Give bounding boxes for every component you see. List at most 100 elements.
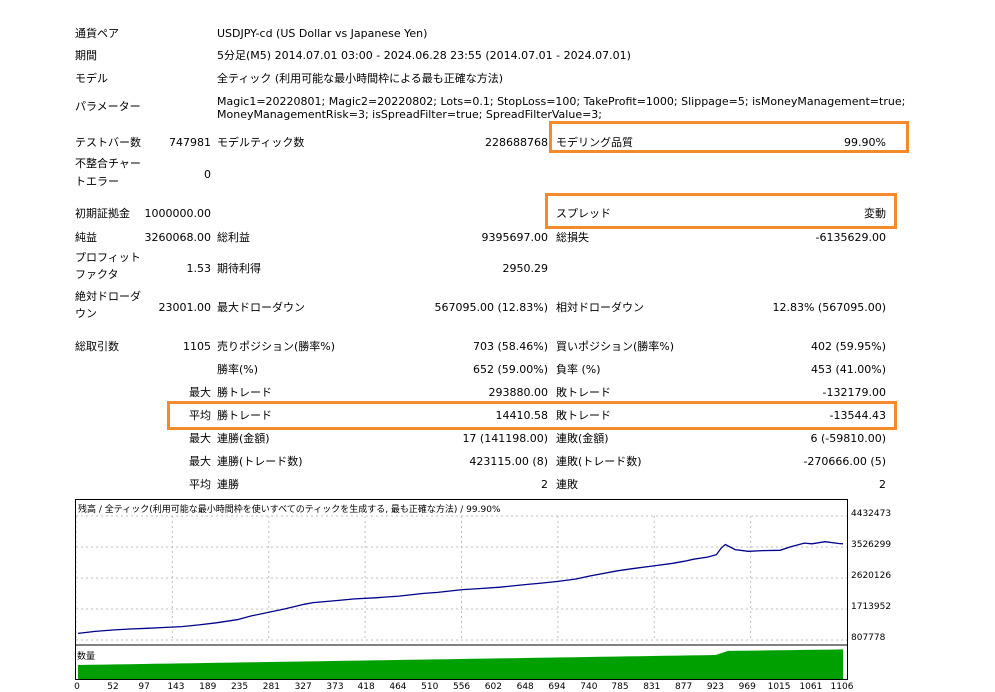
x-tick-label: 1015 [767, 682, 791, 692]
cons-loss-count-label: 連敗(トレード数) [556, 455, 642, 468]
pf-label-1: プロフィット [75, 251, 141, 264]
y-tick-label: 4432473 [851, 509, 892, 519]
params-line1: Magic1=20220801; Magic2=20220802; Lots=0… [217, 95, 906, 108]
gross-loss-value: -6135629.00 [815, 231, 886, 244]
loss-rate-label: 負率 (%) [556, 363, 601, 376]
max-win-value: 293880.00 [488, 386, 549, 399]
x-tick-label: 1106 [830, 682, 854, 692]
avg-loss-run-label: 連敗 [556, 478, 578, 491]
x-tick-label: 923 [706, 682, 725, 692]
bars-value: 747981 [169, 136, 211, 149]
y-tick-label: 1713952 [851, 602, 892, 612]
x-tick-label: 143 [167, 682, 185, 692]
max-win-label: 勝トレード [217, 386, 272, 399]
short-value: 703 (58.46%) [472, 340, 548, 353]
gross-profit-value: 9395697.00 [481, 231, 548, 244]
cons-loss-count-value: -270666.00 (5) [803, 455, 886, 468]
spread-highlight [545, 193, 897, 229]
chart-header: 残高 / 全ティック(利用可能な最小時間枠を使いすべてのティックを生成する, 最… [78, 505, 501, 515]
x-tick-label: 648 [516, 682, 534, 692]
avg-wins-value: 2 [541, 478, 548, 491]
short-label: 売りポジション(勝率%) [217, 340, 336, 353]
net-value: 3260068.00 [144, 231, 211, 244]
total-trades-label: 総取引数 [75, 340, 119, 353]
quality-highlight [549, 121, 909, 153]
cons-wins-count-label: 連勝(トレード数) [217, 455, 303, 468]
max-loss-label: 敗トレード [556, 386, 611, 399]
win-rate-label: 勝率(%) [217, 363, 259, 376]
max-loss-value: -132179.00 [822, 386, 886, 399]
x-tick-label: 740 [580, 682, 598, 692]
max-dd-label: 最大ドローダウン [217, 301, 305, 314]
avg-loss-run-value: 2 [879, 478, 886, 491]
x-tick-label: 327 [294, 682, 312, 692]
cons-wins-amount-label: 連勝(金額) [217, 432, 270, 445]
volume-area [78, 649, 843, 679]
deposit-value: 1000000.00 [144, 207, 211, 220]
pair-value: USDJPY-cd (US Dollar vs Japanese Yen) [217, 27, 428, 40]
ticks-value: 228688768 [485, 136, 548, 149]
params-label: パラメーター [75, 100, 141, 113]
x-tick-label: 1061 [799, 682, 823, 692]
mismatch-label-2: トエラー [75, 175, 119, 188]
x-tick-label: 556 [452, 682, 471, 692]
x-tick-label: 969 [738, 682, 756, 692]
long-value: 402 (59.95%) [810, 340, 886, 353]
expected-value: 2950.29 [502, 262, 549, 275]
volume-header: 数量 [77, 652, 96, 662]
x-tick-label: 418 [357, 682, 375, 692]
x-tick-label: 602 [484, 682, 502, 692]
x-tick-label: 281 [262, 682, 280, 692]
max-label-2: 最大 [189, 432, 211, 445]
loss-rate-value: 453 (41.00%) [810, 363, 886, 376]
max-dd-value: 567095.00 (12.83%) [434, 301, 548, 314]
y-tick-label: 2620126 [851, 571, 892, 581]
period-value: 5分足(M5) 2014.07.01 03:00 - 2024.06.28 23… [217, 49, 631, 62]
x-tick-label: 831 [643, 682, 661, 692]
long-label: 買いポジション(勝率%) [556, 340, 675, 353]
net-label: 純益 [75, 231, 97, 244]
model-value: 全ティック (利用可能な最小時間枠による最も正確な方法) [217, 72, 504, 85]
period-label: 期間 [75, 49, 97, 62]
pf-value: 1.53 [186, 262, 212, 275]
expected-label: 期待利得 [217, 262, 261, 275]
abs-dd-value: 23001.00 [158, 301, 212, 314]
avg-label-2: 平均 [189, 478, 211, 491]
x-tick-label: 373 [326, 682, 344, 692]
rel-dd-value: 12.83% (567095.00) [772, 301, 886, 314]
balance-chart: 残高 / 全ティック(利用可能な最小時間枠を使いすべてのティックを生成する, 最… [75, 499, 848, 680]
gross-profit-label: 総利益 [217, 231, 250, 244]
mismatch-value: 0 [204, 168, 211, 181]
rel-dd-label: 相対ドローダウン [556, 301, 644, 314]
x-tick-label: 785 [611, 682, 629, 692]
cons-loss-amount-label: 連敗(金額) [556, 432, 609, 445]
cons-wins-amount-value: 17 (141198.00) [462, 432, 548, 445]
gross-loss-label: 総損失 [556, 231, 589, 244]
x-tick-label: 694 [548, 682, 566, 692]
x-tick-label: 235 [230, 682, 249, 692]
x-tick-label: 464 [389, 682, 407, 692]
win-rate-value: 652 (59.00%) [472, 363, 548, 376]
x-tick-label: 189 [199, 682, 217, 692]
mismatch-label-1: 不整合チャー [75, 157, 141, 170]
balance-line [77, 541, 844, 635]
total-trades-value: 1105 [183, 340, 211, 353]
pf-label-2: ファクタ [75, 268, 119, 281]
max-label-3: 最大 [189, 455, 211, 468]
average-trade-highlight [167, 401, 897, 430]
y-tick-label: 807778 [851, 633, 886, 643]
abs-dd-label-2: ウン [75, 307, 97, 320]
y-tick-label: 3526299 [851, 540, 892, 550]
params-line2: MoneyManagementRisk=3; isSpreadFilter=tr… [217, 108, 603, 121]
x-tick-label: 0 [74, 682, 80, 692]
x-tick-label: 52 [107, 682, 119, 692]
ticks-label: モデルティック数 [217, 136, 305, 149]
x-tick-label: 97 [138, 682, 150, 692]
max-label-1: 最大 [189, 386, 211, 399]
balance-chart-canvas [76, 515, 847, 679]
model-label: モデル [75, 72, 108, 85]
x-tick-label: 877 [675, 682, 693, 692]
cons-loss-amount-value: 6 (-59810.00) [810, 432, 886, 445]
pair-label: 通貨ペア [75, 27, 119, 40]
bars-label: テストバー数 [75, 136, 141, 149]
